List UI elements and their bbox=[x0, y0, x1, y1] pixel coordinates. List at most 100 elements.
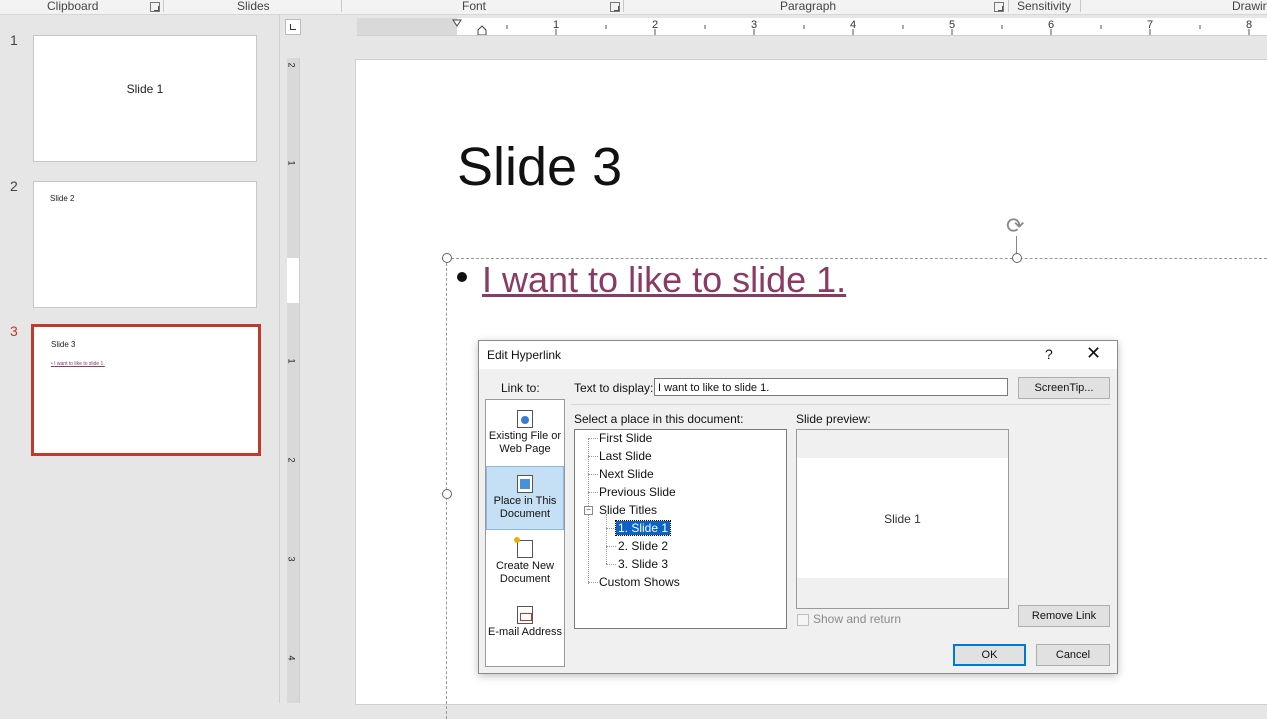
ruler-number: 3 bbox=[751, 19, 758, 31]
ribbon-group-sensitivity: Sensitivity bbox=[1017, 0, 1072, 13]
tree-item-last-slide[interactable]: Last Slide bbox=[599, 449, 652, 463]
cancel-button[interactable]: Cancel bbox=[1036, 644, 1110, 666]
ruler-number: 4 bbox=[850, 19, 857, 31]
link-to-item-label: E-mail Address bbox=[488, 626, 562, 638]
text-to-display-label: Text to display: bbox=[574, 381, 654, 395]
horizontal-ruler[interactable]: 1 2 3 4 5 6 7 8 bbox=[357, 18, 1267, 36]
bullet-icon bbox=[457, 272, 467, 282]
show-and-return-checkbox[interactable] bbox=[797, 614, 809, 626]
thumbnail-title: Slide 3 bbox=[51, 340, 76, 349]
ruler-number: 4 bbox=[286, 655, 297, 661]
slide-title[interactable]: Slide 3 bbox=[457, 136, 622, 198]
select-place-label: Select a place in this document: bbox=[574, 412, 744, 426]
ruler-number: 2 bbox=[652, 19, 659, 31]
clipboard-launcher-icon[interactable] bbox=[150, 2, 160, 12]
link-to-email[interactable]: E-mail Address bbox=[486, 598, 564, 660]
ribbon-group-paragraph: Paragraph bbox=[780, 0, 837, 13]
tree-line bbox=[588, 456, 598, 458]
thumbnail-title: Slide 2 bbox=[50, 194, 75, 203]
dialog-titlebar: Edit Hyperlink ? ✕ bbox=[479, 341, 1117, 369]
ribbon-group-slides: Slides bbox=[237, 0, 270, 13]
ribbon-separator bbox=[341, 0, 342, 12]
tree-line bbox=[606, 528, 616, 530]
tree-item-custom-shows[interactable]: Custom Shows bbox=[599, 575, 680, 589]
email-icon bbox=[517, 606, 533, 624]
slide-preview-text: Slide 1 bbox=[884, 512, 921, 526]
ruler-number: 8 bbox=[1246, 19, 1253, 31]
ruler-number: 1 bbox=[286, 358, 297, 364]
slide-preview-canvas: Slide 1 bbox=[797, 458, 1008, 578]
link-to-item-label: Place in This Document bbox=[493, 495, 557, 520]
slide-thumbnail-2[interactable]: Slide 2 bbox=[33, 181, 257, 308]
ruler-active-zone bbox=[287, 258, 299, 303]
ruler-number: 2 bbox=[286, 62, 297, 68]
tree-item-slide-3[interactable]: 3. Slide 3 bbox=[618, 557, 668, 571]
web-page-icon bbox=[517, 410, 533, 428]
document-places-tree[interactable]: First Slide Last Slide Next Slide Previo… bbox=[574, 429, 787, 629]
ok-button[interactable]: OK bbox=[953, 644, 1026, 666]
ruler-number: 1 bbox=[553, 19, 560, 31]
ruler-number: 6 bbox=[1048, 19, 1055, 31]
slide-preview: Slide 1 bbox=[796, 429, 1009, 609]
ribbon-separator bbox=[1008, 0, 1009, 12]
link-to-label: Link to: bbox=[501, 381, 540, 395]
tree-line bbox=[606, 514, 608, 564]
ribbon-group-labels: Clipboard Slides Font Paragraph Sensitiv… bbox=[0, 0, 1267, 15]
ribbon-separator bbox=[623, 0, 624, 12]
resize-handle[interactable] bbox=[442, 489, 452, 499]
show-and-return-label: Show and return bbox=[813, 612, 902, 626]
screentip-button[interactable]: ScreenTip... bbox=[1018, 377, 1110, 399]
slide-thumbnail-1[interactable]: Slide 1 bbox=[33, 35, 257, 162]
dialog-title: Edit Hyperlink bbox=[487, 348, 562, 362]
edit-hyperlink-dialog: Edit Hyperlink ? ✕ Link to: Existing Fil… bbox=[478, 340, 1118, 674]
paragraph-launcher-icon[interactable] bbox=[994, 2, 1004, 12]
tree-line bbox=[588, 474, 598, 476]
thumbnail-bullet-text: I want to like to slide 1. bbox=[54, 361, 105, 367]
ruler-number: 7 bbox=[1147, 19, 1154, 31]
ruler-number: 5 bbox=[949, 19, 956, 31]
font-launcher-icon[interactable] bbox=[610, 2, 620, 12]
ruler-number: 2 bbox=[286, 457, 297, 463]
ribbon-group-font: Font bbox=[462, 0, 487, 13]
slide-thumbnails-pane: 1 Slide 1 2 Slide 2 3 Slide 3 • I want t… bbox=[0, 15, 280, 703]
place-in-document-icon bbox=[517, 475, 533, 493]
divider bbox=[571, 404, 1111, 405]
link-to-place-in-document[interactable]: Place in This Document bbox=[486, 466, 564, 530]
ruler-ticks bbox=[452, 19, 1250, 35]
ribbon-group-drawing: Drawin bbox=[1232, 0, 1267, 13]
text-to-display-input[interactable]: I want to like to slide 1. bbox=[654, 378, 1008, 396]
new-document-icon bbox=[514, 537, 533, 558]
vertical-ruler[interactable]: 2 1 1 2 3 4 bbox=[287, 58, 300, 703]
collapse-icon[interactable]: − bbox=[584, 506, 593, 515]
thumbnail-number: 3 bbox=[10, 323, 18, 339]
link-to-existing-file[interactable]: Existing File or Web Page bbox=[486, 402, 564, 464]
remove-link-button[interactable]: Remove Link bbox=[1018, 605, 1110, 627]
thumbnail-title: Slide 1 bbox=[126, 82, 164, 96]
link-to-panel: Existing File or Web Page Place in This … bbox=[485, 399, 565, 667]
tree-item-slide-2[interactable]: 2. Slide 2 bbox=[618, 539, 668, 553]
help-icon[interactable]: ? bbox=[1045, 346, 1053, 362]
slide-thumbnail-3[interactable]: Slide 3 • I want to like to slide 1. bbox=[31, 324, 261, 456]
tree-line bbox=[606, 546, 616, 548]
tree-item-slide-1[interactable]: 1. Slide 1 bbox=[614, 520, 672, 536]
thumbnail-bullet: • I want to like to slide 1. bbox=[51, 361, 105, 367]
ruler-number: 3 bbox=[286, 556, 297, 562]
tree-line bbox=[588, 438, 598, 440]
hyperlink-text[interactable]: I want to like to slide 1. bbox=[482, 259, 846, 301]
thumbnail-number: 2 bbox=[10, 178, 18, 194]
resize-handle[interactable] bbox=[442, 253, 452, 263]
link-to-item-label: Existing File or Web Page bbox=[488, 430, 562, 455]
ribbon-separator bbox=[163, 0, 164, 12]
tree-item-next-slide[interactable]: Next Slide bbox=[599, 467, 654, 481]
tree-line bbox=[606, 564, 616, 566]
slide-preview-label: Slide preview: bbox=[796, 412, 871, 426]
close-icon[interactable]: ✕ bbox=[1086, 343, 1101, 364]
tab-stop-selector[interactable] bbox=[285, 19, 301, 35]
tree-line bbox=[588, 582, 598, 584]
link-to-create-new[interactable]: Create New Document bbox=[486, 532, 564, 594]
resize-handle[interactable] bbox=[1012, 253, 1022, 263]
tree-item-first-slide[interactable]: First Slide bbox=[599, 431, 652, 445]
tree-item-slide-titles[interactable]: Slide Titles bbox=[599, 503, 657, 517]
tree-item-previous-slide[interactable]: Previous Slide bbox=[599, 485, 676, 499]
ribbon-separator bbox=[1080, 0, 1081, 12]
